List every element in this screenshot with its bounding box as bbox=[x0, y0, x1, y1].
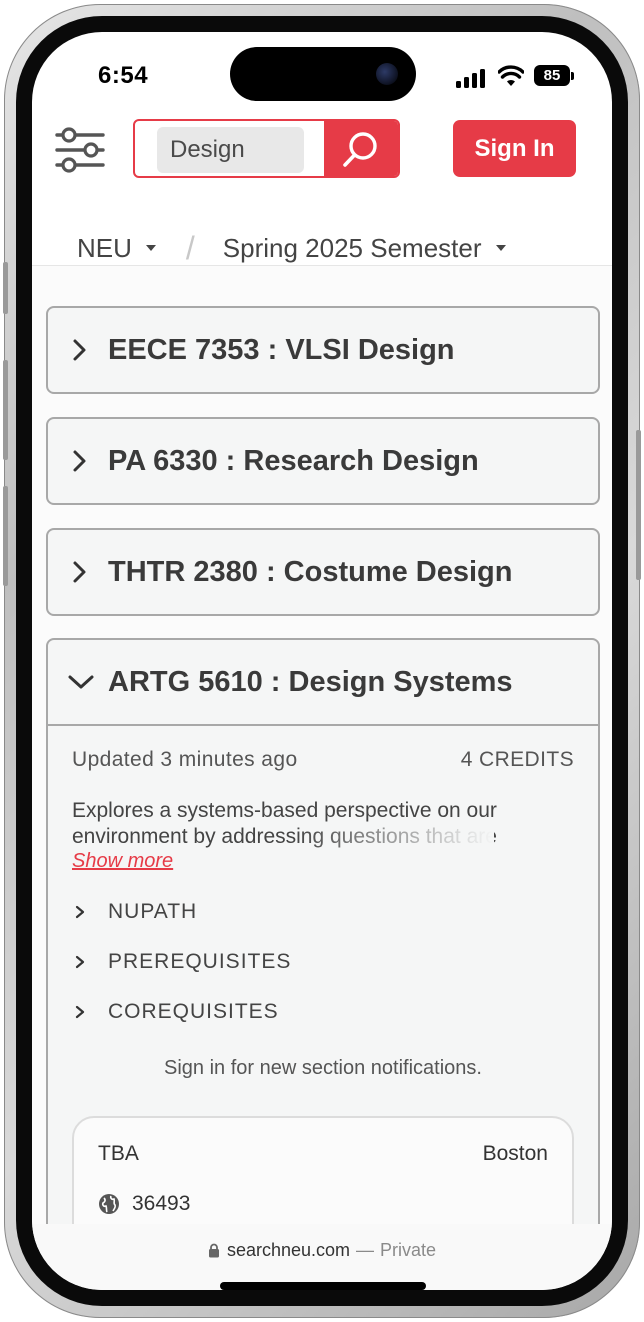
notification-prompt: Sign in for new section notifications. bbox=[164, 1057, 482, 1079]
filter-icon[interactable] bbox=[54, 124, 106, 176]
volume-up-button bbox=[3, 360, 8, 460]
course-title: THTR 2380 : Costume Design bbox=[108, 555, 513, 588]
chevron-right-icon bbox=[75, 955, 85, 969]
course-card[interactable]: EECE 7353 : VLSI Design bbox=[46, 306, 600, 394]
app-header: Sign In NEU / Spring 2025 Semester bbox=[32, 116, 612, 266]
school-selector[interactable]: NEU bbox=[77, 233, 156, 264]
search-icon bbox=[343, 131, 377, 167]
course-header[interactable]: EECE 7353 : VLSI Design bbox=[48, 308, 598, 392]
signal-icon bbox=[456, 68, 486, 88]
updated-text: Updated 3 minutes ago bbox=[72, 748, 298, 771]
action-button bbox=[3, 262, 8, 314]
search-box bbox=[133, 119, 400, 178]
course-title: PA 6330 : Research Design bbox=[108, 444, 479, 477]
results-list: EECE 7353 : VLSI Design PA 6330 : Resear… bbox=[32, 266, 612, 1224]
section-campus: Boston bbox=[482, 1142, 548, 1165]
course-header[interactable]: PA 6330 : Research Design bbox=[48, 419, 598, 503]
breadcrumb-separator: / bbox=[185, 229, 195, 266]
course-header[interactable]: THTR 2380 : Costume Design bbox=[48, 530, 598, 614]
camera-icon bbox=[376, 63, 398, 85]
corequisites-label: COREQUISITES bbox=[108, 1000, 279, 1023]
wifi-icon bbox=[498, 65, 524, 86]
course-title: ARTG 5610 : Design Systems bbox=[108, 665, 513, 698]
description-line: Explores a systems-based perspective on … bbox=[72, 799, 497, 822]
chevron-right-icon bbox=[75, 1005, 85, 1019]
course-card[interactable]: PA 6330 : Research Design bbox=[46, 417, 600, 505]
section-row: 36493 bbox=[98, 1192, 190, 1216]
prerequisites-toggle[interactable]: PREREQUISITES bbox=[72, 937, 574, 987]
dynamic-island bbox=[230, 47, 416, 101]
search-button[interactable] bbox=[324, 121, 398, 176]
course-description: Explores a systems-based perspective on … bbox=[72, 798, 574, 850]
caret-down-icon bbox=[495, 245, 506, 251]
course-card[interactable]: THTR 2380 : Costume Design bbox=[46, 528, 600, 616]
prerequisites-label: PREREQUISITES bbox=[108, 950, 292, 973]
detail-accordions: NUPATH PREREQUISITES COREQUISITES bbox=[72, 887, 574, 1037]
section-crn: 36493 bbox=[132, 1192, 191, 1215]
section-row: TBA Boston bbox=[98, 1142, 548, 1166]
chevron-right-icon bbox=[73, 561, 86, 583]
nupath-label: NUPATH bbox=[108, 900, 198, 923]
show-more-link[interactable]: Show more bbox=[72, 850, 173, 873]
course-header[interactable]: ARTG 5610 : Design Systems bbox=[48, 640, 598, 724]
chevron-right-icon bbox=[75, 905, 85, 919]
battery-cap bbox=[571, 72, 574, 80]
volume-down-button bbox=[3, 486, 8, 586]
power-button bbox=[636, 430, 641, 580]
sign-in-button[interactable]: Sign In bbox=[453, 120, 576, 177]
search-input[interactable] bbox=[157, 127, 304, 173]
url-bar[interactable]: searchneu.com — Private bbox=[32, 1240, 612, 1261]
chevron-down-icon bbox=[68, 675, 94, 689]
term-label: Spring 2025 Semester bbox=[222, 232, 482, 263]
caret-down-icon bbox=[145, 245, 156, 251]
section-time: TBA bbox=[98, 1142, 139, 1165]
course-details: Updated 3 minutes ago 4 CREDITS Explores… bbox=[48, 724, 598, 1224]
private-label: Private bbox=[380, 1240, 437, 1260]
url-dash: — bbox=[356, 1240, 375, 1260]
url-domain: searchneu.com bbox=[226, 1240, 351, 1260]
description-fade bbox=[294, 824, 494, 850]
nupath-toggle[interactable]: NUPATH bbox=[72, 887, 574, 937]
credits-text: 4 CREDITS bbox=[460, 748, 574, 771]
corequisites-toggle[interactable]: COREQUISITES bbox=[72, 987, 574, 1037]
battery-icon: 85 bbox=[534, 65, 570, 86]
breadcrumb: NEU / Spring 2025 Semester bbox=[77, 228, 506, 268]
status-time: 6:54 bbox=[98, 62, 149, 89]
status-bar: 6:54 85 bbox=[32, 32, 612, 116]
course-title: EECE 7353 : VLSI Design bbox=[108, 333, 455, 366]
chevron-right-icon bbox=[73, 450, 86, 472]
lock-icon bbox=[208, 1243, 219, 1258]
term-selector[interactable]: Spring 2025 Semester bbox=[223, 233, 506, 264]
section-card[interactable]: TBA Boston 36493 bbox=[72, 1116, 574, 1224]
chevron-right-icon bbox=[73, 339, 86, 361]
browser-bottom-bar: searchneu.com — Private bbox=[32, 1224, 612, 1290]
home-indicator[interactable] bbox=[220, 1282, 426, 1290]
globe-icon bbox=[99, 1194, 119, 1214]
course-card-expanded: ARTG 5610 : Design Systems Updated 3 min… bbox=[46, 638, 600, 1224]
school-label: NEU bbox=[77, 232, 132, 263]
course-meta: Updated 3 minutes ago 4 CREDITS bbox=[72, 748, 574, 772]
screen: 6:54 85 Design Sign In NEU / Spring 2025… bbox=[32, 32, 612, 1290]
